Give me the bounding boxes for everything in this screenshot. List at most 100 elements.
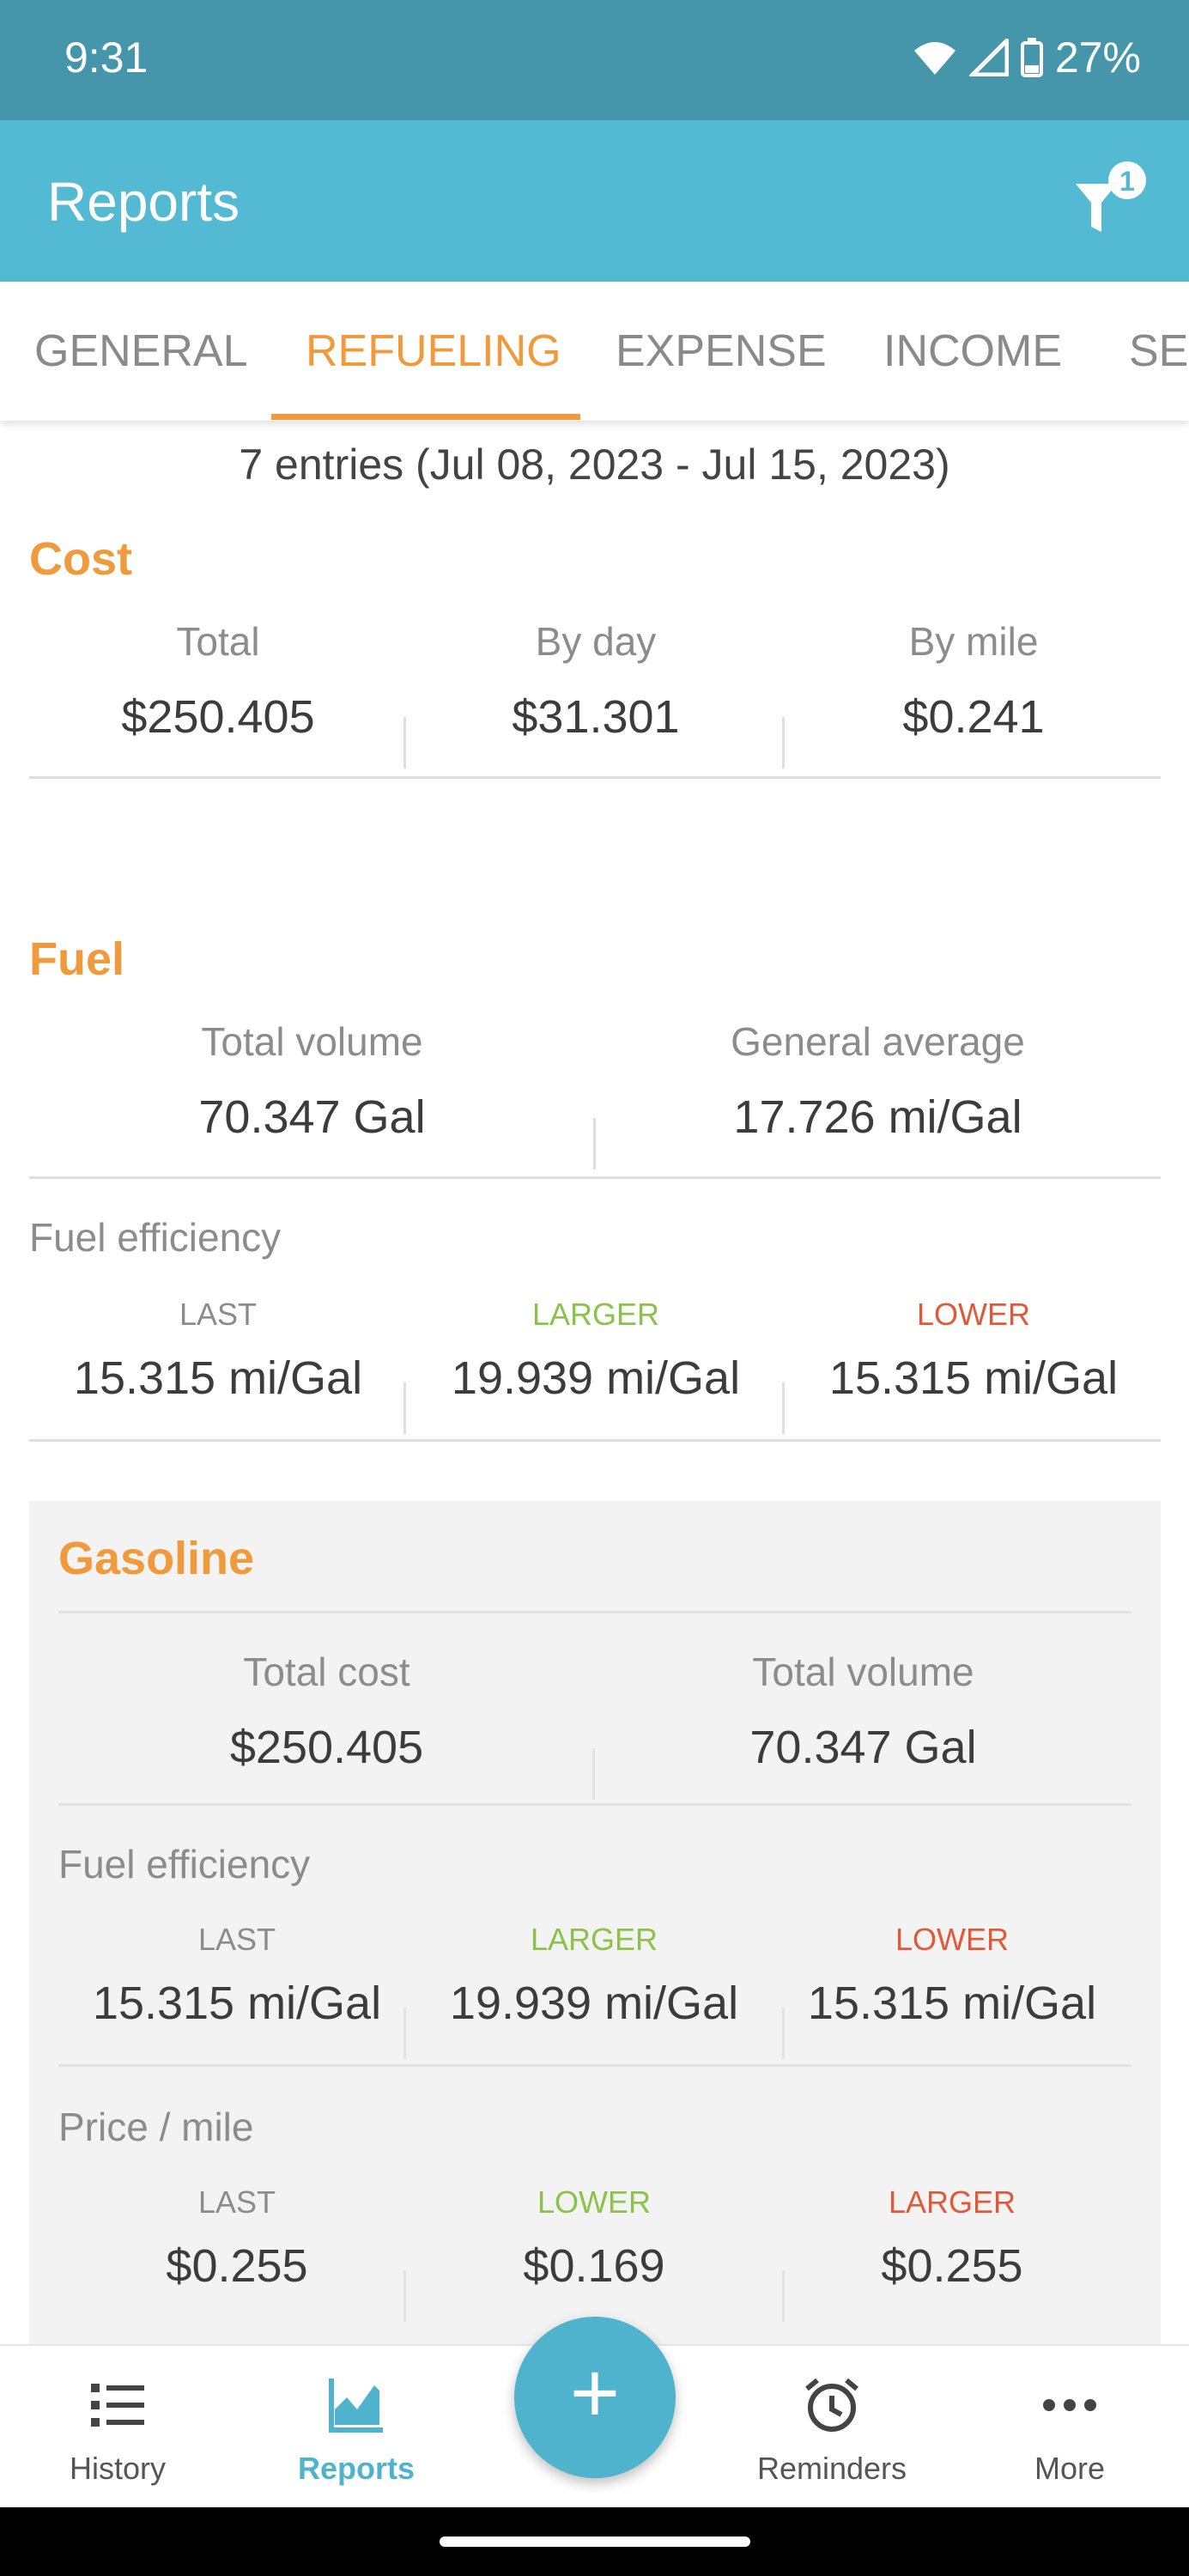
tab-general[interactable]: GENERAL: [34, 282, 248, 421]
gasoline-total-volume: Total volume 70.347 Gal: [595, 1649, 1131, 1774]
alarm-icon: [805, 2378, 858, 2432]
fuel-efficiency-title: Fuel efficiency: [29, 1215, 282, 1260]
fuel-eff-lower: LOWER 15.315 mi/Gal: [785, 1297, 1162, 1405]
nav-reports[interactable]: Reports: [270, 2346, 442, 2509]
more-icon: [1043, 2399, 1096, 2411]
divider: [29, 776, 1161, 779]
nav-more[interactable]: More: [984, 2346, 1156, 2509]
price-last: LAST $0.255: [58, 2184, 416, 2293]
add-icon: +: [569, 2345, 621, 2441]
reports-icon: [329, 2379, 383, 2433]
price-last-value: $0.255: [166, 2240, 308, 2292]
divider: [403, 1382, 406, 1434]
fuel-eff-last: LAST 15.315 mi/Gal: [29, 1297, 407, 1405]
fuel-eff-larger: LARGER 19.939 mi/Gal: [407, 1297, 785, 1405]
nav-history[interactable]: History: [32, 2346, 203, 2509]
divider: [592, 1748, 595, 1800]
fuel-eff-larger-label: LARGER: [531, 1297, 660, 1332]
active-tab-indicator: [271, 414, 580, 420]
cost-total-value: $250.405: [121, 691, 315, 743]
gasoline-eff-lower: LOWER 15.315 mi/Gal: [773, 1922, 1131, 2030]
gasoline-eff-last-value: 15.315 mi/Gal: [92, 1978, 382, 2029]
price-per-mile-title: Price / mile: [58, 2105, 254, 2149]
gasoline-total-cost: Total cost $250.405: [58, 1649, 595, 1774]
price-lower: LOWER $0.169: [416, 2184, 773, 2293]
fuel-general-average-value: 17.726 mi/Gal: [733, 1091, 1022, 1143]
add-button[interactable]: +: [514, 2317, 676, 2478]
report-content[interactable]: 7 entries (Jul 08, 2023 - Jul 15, 2023) …: [0, 421, 1189, 2344]
cost-by-day-value: $31.301: [512, 691, 680, 743]
status-time: 9:31: [64, 33, 149, 82]
gasoline-eff-larger-value: 19.939 mi/Gal: [449, 1978, 739, 2029]
gesture-bar: [0, 2507, 1189, 2576]
divider: [58, 1611, 1131, 1613]
cost-title: Cost: [29, 533, 132, 585]
nav-reminders[interactable]: Reminders: [746, 2346, 918, 2509]
filter-icon[interactable]: 1: [1067, 158, 1153, 244]
gasoline-card: Gasoline Total cost $250.405 Total volum…: [29, 1501, 1161, 2344]
fuel-eff-last-label: LAST: [179, 1297, 258, 1332]
fuel-eff-lower-value: 15.315 mi/Gal: [828, 1352, 1119, 1404]
wifi-icon: [913, 42, 955, 75]
status-bar: 9:31 27%: [0, 0, 1189, 120]
gasoline-total-cost-value: $250.405: [229, 1722, 424, 1773]
divider: [782, 717, 785, 769]
cost-by-mile: By mile $0.241: [785, 618, 1162, 744]
fuel-title: Fuel: [29, 933, 125, 985]
nav-reports-label: Reports: [297, 2451, 416, 2486]
fuel-eff-lower-label: LOWER: [916, 1297, 1030, 1332]
tab-expense[interactable]: EXPENSE: [616, 282, 827, 421]
status-icons: 27%: [913, 33, 1141, 82]
gasoline-total-volume-value: 70.347 Gal: [749, 1722, 977, 1773]
signal-icon: [968, 39, 1009, 76]
divider: [29, 1176, 1161, 1179]
cost-total: Total $250.405: [29, 618, 407, 744]
gasoline-efficiency-title: Fuel efficiency: [58, 1842, 311, 1886]
nav-more-label: More: [1034, 2451, 1106, 2486]
price-larger-value: $0.255: [881, 2240, 1023, 2292]
battery-percent: 27%: [1054, 33, 1141, 82]
nav-history-label: History: [69, 2451, 166, 2486]
fuel-general-average: General average 17.726 mi/Gal: [595, 1018, 1161, 1144]
fuel-general-average-label: General average: [731, 1019, 1025, 1064]
gasoline-eff-lower-value: 15.315 mi/Gal: [807, 1978, 1097, 2029]
tab-refueling[interactable]: REFUELING: [306, 282, 561, 421]
cost-by-day: By day $31.301: [407, 618, 785, 744]
fuel-total-volume: Total volume 70.347 Gal: [29, 1018, 595, 1144]
cost-total-label: Total: [176, 619, 260, 664]
home-handle[interactable]: [440, 2537, 750, 2547]
price-larger: LARGER $0.255: [773, 2184, 1131, 2293]
tab-services[interactable]: SER: [1129, 282, 1189, 421]
fuel-total-volume-value: 70.347 Gal: [198, 1091, 426, 1143]
divider: [403, 717, 406, 769]
tab-income[interactable]: INCOME: [883, 282, 1062, 421]
gasoline-eff-larger: LARGER 19.939 mi/Gal: [416, 1922, 773, 2030]
price-lower-value: $0.169: [523, 2240, 665, 2292]
cost-by-mile-label: By mile: [908, 619, 1039, 664]
gasoline-eff-lower-label: LOWER: [895, 1922, 1009, 1957]
app-bar: Reports 1: [0, 120, 1189, 282]
fuel-eff-last-value: 15.315 mi/Gal: [73, 1352, 363, 1404]
filter-badge: 1: [1119, 166, 1135, 197]
price-larger-label: LARGER: [888, 2184, 1016, 2220]
nav-reminders-label: Reminders: [756, 2451, 907, 2486]
battery-icon: [1020, 38, 1043, 77]
divider: [782, 2008, 785, 2059]
divider: [58, 2064, 1131, 2067]
tab-bar: GENERAL REFUELING EXPENSE INCOME SER: [0, 282, 1189, 421]
divider: [58, 1803, 1131, 1806]
gasoline-eff-last: LAST 15.315 mi/Gal: [58, 1922, 416, 2030]
divider: [403, 2008, 406, 2059]
gasoline-eff-larger-label: LARGER: [530, 1922, 658, 1957]
cost-by-day-label: By day: [535, 619, 657, 664]
divider: [403, 2270, 406, 2322]
fuel-eff-larger-value: 19.939 mi/Gal: [451, 1352, 741, 1404]
price-last-label: LAST: [197, 2184, 276, 2220]
history-icon: [91, 2384, 144, 2427]
gasoline-eff-last-label: LAST: [197, 1922, 276, 1957]
fuel-total-volume-label: Total volume: [201, 1019, 423, 1064]
divider: [29, 1439, 1161, 1442]
gasoline-total-volume-label: Total volume: [752, 1649, 974, 1694]
divider: [782, 2270, 785, 2322]
cost-by-mile-value: $0.241: [902, 691, 1045, 743]
